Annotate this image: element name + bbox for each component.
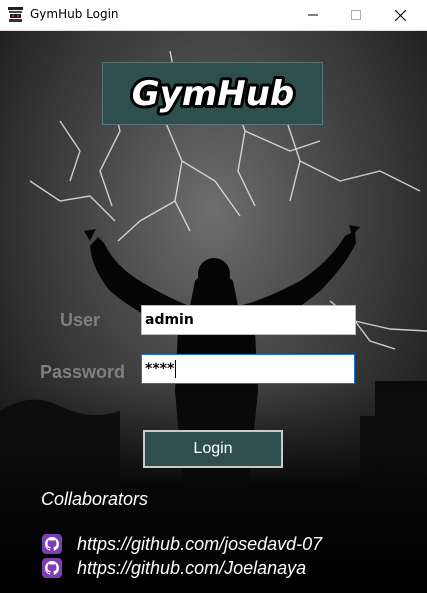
user-input-value: admin bbox=[145, 312, 194, 328]
github-link[interactable]: https://github.com/Joelanaya bbox=[77, 558, 306, 579]
minimize-icon bbox=[308, 14, 318, 16]
minimize-button[interactable] bbox=[290, 0, 336, 30]
password-label: Password bbox=[40, 362, 126, 382]
window-title: GymHub Login bbox=[30, 7, 119, 21]
logo-wordmark: GymHub bbox=[129, 71, 298, 117]
collaborator-link-row[interactable]: https://github.com/josedavd-07 bbox=[42, 533, 322, 555]
close-button[interactable] bbox=[377, 0, 423, 30]
svg-text:GymHub: GymHub bbox=[132, 74, 295, 114]
title-bar: GymHub Login bbox=[0, 0, 427, 31]
app-logo: GymHub bbox=[102, 62, 323, 125]
collaborator-link-row[interactable]: https://github.com/Joelanaya bbox=[42, 557, 306, 579]
user-label: User bbox=[60, 310, 101, 330]
login-button[interactable]: Login bbox=[143, 430, 283, 468]
close-icon bbox=[394, 9, 406, 21]
login-button-label: Login bbox=[193, 440, 233, 457]
user-input[interactable]: admin bbox=[141, 305, 356, 335]
maximize-button[interactable] bbox=[333, 0, 379, 30]
collaborators-heading: Collaborators bbox=[41, 489, 149, 509]
github-icon bbox=[42, 558, 62, 578]
password-input[interactable]: **** bbox=[141, 354, 355, 384]
password-input-value: **** bbox=[145, 361, 175, 377]
text-caret bbox=[175, 360, 177, 378]
login-window: GymHub Login GymHub User admin Password … bbox=[0, 0, 427, 593]
github-icon bbox=[42, 534, 62, 554]
maximize-icon bbox=[351, 10, 361, 20]
gym-equipment-icon bbox=[7, 6, 24, 23]
github-link[interactable]: https://github.com/josedavd-07 bbox=[77, 534, 322, 555]
